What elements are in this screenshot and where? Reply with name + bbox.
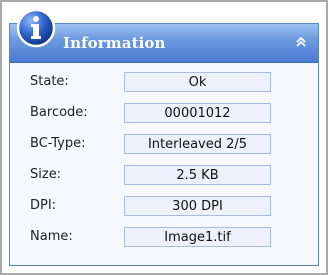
field-value: 00001012 bbox=[124, 103, 271, 123]
field-label: DPI: bbox=[30, 198, 57, 213]
panel-title: Information bbox=[63, 34, 166, 52]
field-value: Image1.tif bbox=[124, 227, 271, 247]
field-label: Barcode: bbox=[30, 105, 88, 120]
field-label: State: bbox=[30, 74, 69, 89]
field-value: 2.5 KB bbox=[124, 165, 271, 185]
field-row-dpi: DPI: 300 DPI bbox=[10, 196, 318, 218]
field-label: Name: bbox=[30, 229, 73, 244]
field-row-state: State: Ok bbox=[10, 72, 318, 94]
field-row-bc-type: BC-Type: Interleaved 2/5 bbox=[10, 134, 318, 156]
field-value: Interleaved 2/5 bbox=[124, 134, 271, 154]
field-label: Size: bbox=[30, 167, 62, 182]
information-panel: Information State: Ok Barcode: 00001012 … bbox=[9, 8, 319, 266]
field-value: 300 DPI bbox=[124, 196, 271, 216]
panel-header: Information bbox=[10, 8, 318, 63]
field-label: BC-Type: bbox=[30, 136, 86, 151]
field-value: Ok bbox=[124, 72, 271, 92]
field-row-barcode: Barcode: 00001012 bbox=[10, 103, 318, 125]
info-icon bbox=[16, 8, 56, 48]
field-row-name: Name: Image1.tif bbox=[10, 227, 318, 249]
double-chevron-up-icon[interactable] bbox=[293, 34, 309, 50]
field-row-size: Size: 2.5 KB bbox=[10, 165, 318, 187]
